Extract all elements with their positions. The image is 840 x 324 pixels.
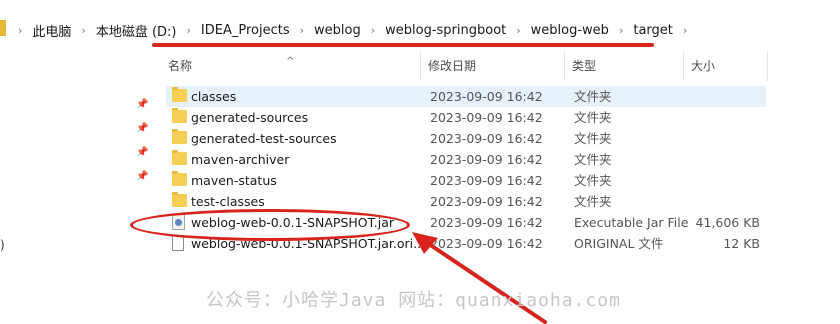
chevron-right-icon[interactable]: › xyxy=(18,24,22,37)
column-divider xyxy=(767,51,768,81)
file-date: 2023-09-09 16:42 xyxy=(430,173,543,188)
chevron-right-icon[interactable]: › xyxy=(300,24,304,37)
folder-icon xyxy=(172,150,187,165)
folder-icon xyxy=(0,20,6,36)
file-name: maven-archiver xyxy=(191,152,290,167)
pin-icon: 📌 xyxy=(136,99,149,110)
file-type: 文件夹 xyxy=(574,131,612,146)
file-name: maven-status xyxy=(191,173,277,188)
file-date: 2023-09-09 16:42 xyxy=(430,194,543,209)
column-header: ^ 名称 修改日期 类型 大小 xyxy=(162,51,768,81)
folder-icon xyxy=(172,87,187,102)
file-size: 12 KB xyxy=(723,236,760,251)
breadcrumb-item[interactable]: 此电脑 xyxy=(32,21,71,40)
chevron-right-icon[interactable]: › xyxy=(187,24,191,37)
column-size-header[interactable]: 大小 xyxy=(685,51,757,81)
file-type: 文件夹 xyxy=(574,110,612,125)
file-row[interactable]: maven-archiver 2023-09-09 16:42 文件夹 xyxy=(166,149,766,170)
column-date-header[interactable]: 修改日期 xyxy=(422,51,565,81)
file-type: ORIGINAL 文件 xyxy=(574,236,664,251)
file-row[interactable]: maven-status 2023-09-09 16:42 文件夹 xyxy=(166,170,766,191)
file-row[interactable]: generated-test-sources 2023-09-09 16:42 … xyxy=(166,128,766,149)
folder-icon xyxy=(172,171,187,186)
breadcrumb: › 此电脑 › 本地磁盘 (D:) › IDEA_Projects › webl… xyxy=(8,14,697,46)
file-name: generated-sources xyxy=(191,110,309,125)
file-date: 2023-09-09 16:42 xyxy=(430,110,543,125)
chevron-right-icon[interactable]: › xyxy=(516,24,520,37)
nav-pane-partial: ) xyxy=(0,238,5,252)
file-name: generated-test-sources xyxy=(191,131,337,146)
file-row[interactable]: classes 2023-09-09 16:42 文件夹 xyxy=(166,86,766,107)
file-type: 文件夹 xyxy=(574,173,612,188)
breadcrumb-item[interactable]: weblog-springboot xyxy=(385,23,506,38)
folder-icon xyxy=(172,192,187,207)
column-type-header[interactable]: 类型 xyxy=(566,51,684,81)
path-underline-annotation xyxy=(152,43,654,47)
file-type: Executable Jar File xyxy=(574,215,689,230)
address-bar[interactable]: › 此电脑 › 本地磁盘 (D:) › IDEA_Projects › webl… xyxy=(0,14,840,46)
file-date: 2023-09-09 16:42 xyxy=(430,236,543,251)
file-name: classes xyxy=(191,89,237,104)
file-size: 41,606 KB xyxy=(695,215,760,230)
file-date: 2023-09-09 16:42 xyxy=(430,89,543,104)
chevron-right-icon[interactable]: › xyxy=(619,24,623,37)
breadcrumb-item[interactable]: 本地磁盘 (D:) xyxy=(96,21,177,40)
column-name-header[interactable]: ^ 名称 xyxy=(162,51,421,81)
folder-icon xyxy=(172,108,187,123)
file-date: 2023-09-09 16:42 xyxy=(430,152,543,167)
file-type: 文件夹 xyxy=(574,152,612,167)
file-date: 2023-09-09 16:42 xyxy=(430,131,543,146)
ribbon-cutoff xyxy=(0,0,840,6)
folder-icon xyxy=(172,129,187,144)
breadcrumb-item[interactable]: weblog xyxy=(314,23,361,38)
watermark: 公众号：小哈学Java 网站：quanxiaoha.com xyxy=(206,290,621,311)
jar-highlight-ellipse xyxy=(130,209,410,241)
file-type: 文件夹 xyxy=(574,194,612,209)
chevron-right-icon[interactable]: › xyxy=(371,24,375,37)
breadcrumb-item-current[interactable]: target xyxy=(633,23,673,38)
chevron-right-icon[interactable]: › xyxy=(81,24,85,37)
file-date: 2023-09-09 16:42 xyxy=(430,215,543,230)
sort-up-icon: ^ xyxy=(286,56,295,67)
pin-icon: 📌 xyxy=(136,123,149,134)
pin-icon: 📌 xyxy=(136,147,149,158)
breadcrumb-item[interactable]: weblog-web xyxy=(531,23,609,38)
file-type: 文件夹 xyxy=(574,89,612,104)
pin-icon: 📌 xyxy=(136,171,149,182)
chevron-right-icon[interactable]: › xyxy=(683,24,687,37)
breadcrumb-item[interactable]: IDEA_Projects xyxy=(201,23,290,38)
file-row[interactable]: generated-sources 2023-09-09 16:42 文件夹 xyxy=(166,107,766,128)
